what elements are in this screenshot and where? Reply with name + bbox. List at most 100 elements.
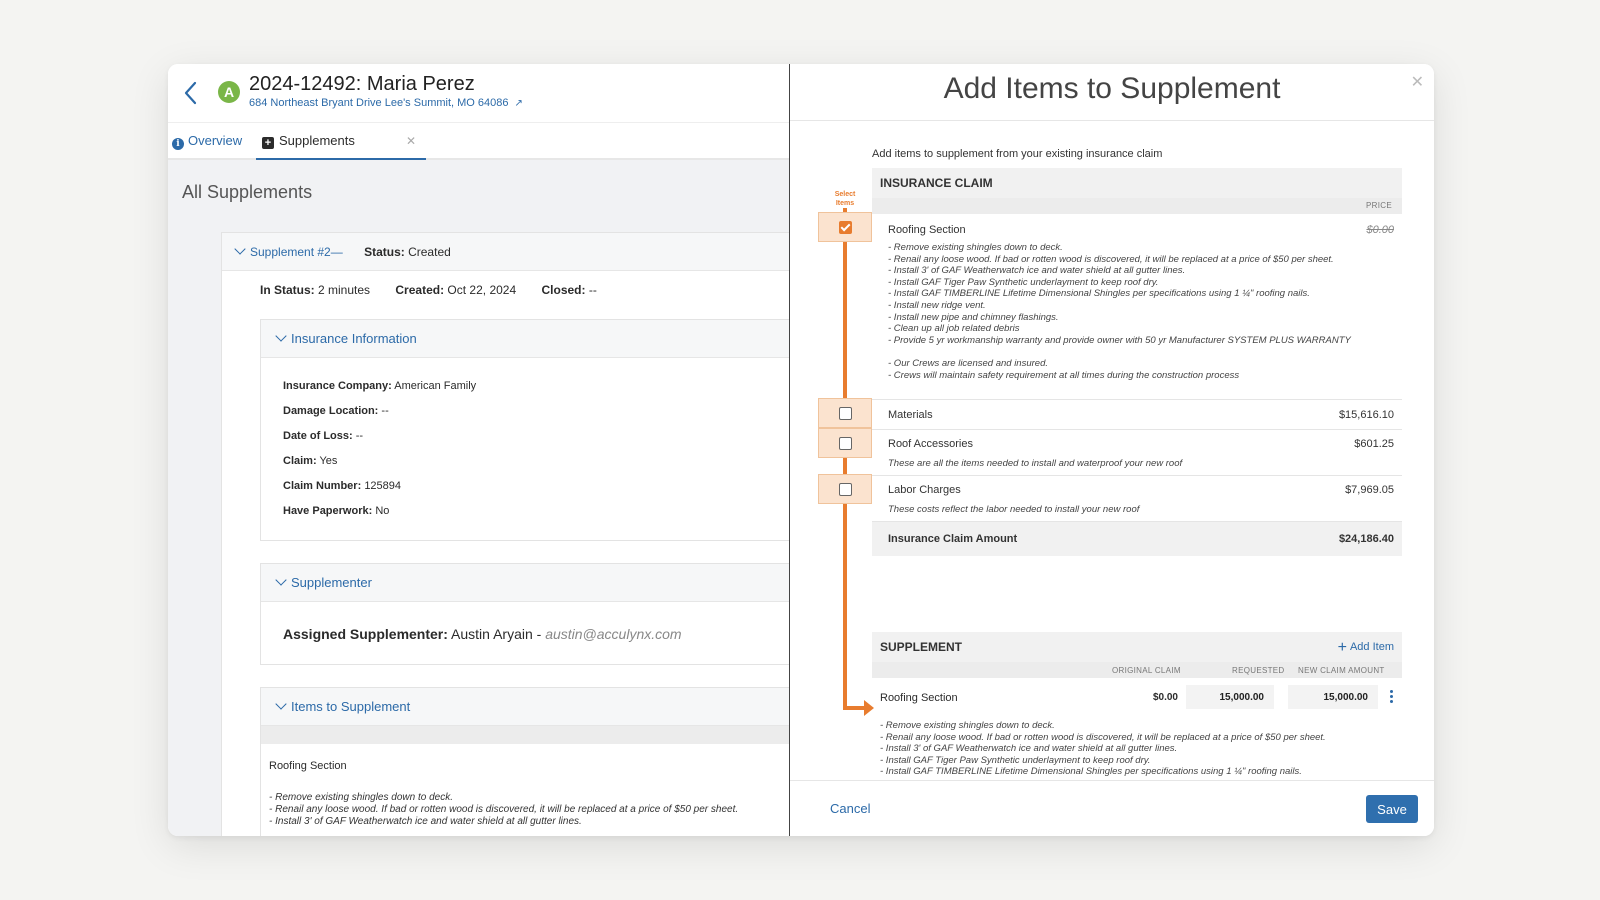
supplementer-header[interactable]: Supplementer (261, 564, 789, 602)
tab-supplements-label: Supplements (279, 133, 355, 148)
insurance-information-title: Insurance Information (291, 331, 417, 346)
add-item-button[interactable]: + Add Item (1338, 632, 1394, 663)
item-name: Roofing Section (269, 760, 347, 772)
col-new-claim-amount: NEW CLAIM AMOUNT (1298, 666, 1385, 675)
cancel-button[interactable]: Cancel (830, 801, 870, 816)
description-line: - Remove existing shingles down to deck. (880, 720, 1055, 731)
select-roof-accessories[interactable] (818, 428, 872, 458)
new-claim-amount-input[interactable] (1288, 685, 1378, 709)
select-roofing-section[interactable] (818, 212, 872, 242)
plus-icon: + (1337, 639, 1347, 656)
claim-item-materials: Materials $15,616.10 (872, 400, 1402, 430)
supplementer-email: austin@acculynx.com (545, 626, 682, 642)
select-labor-charges[interactable] (818, 474, 872, 504)
description-line: - Renail any loose wood. If bad or rotte… (880, 731, 1326, 743)
more-options-icon[interactable] (1390, 690, 1394, 705)
field-value: 125894 (364, 480, 402, 492)
status-value: Created (408, 245, 451, 259)
supplement-row: Roofing Section $0.00 (872, 678, 1402, 720)
add-items-modal: Add Items to Supplement ✕ Add items to s… (790, 64, 1434, 836)
supplement-card: Supplement #2— Status: Created In Status… (221, 232, 789, 836)
description-line: - Install 3' of GAF Weatherwatch ice and… (269, 816, 582, 827)
select-materials[interactable] (818, 398, 872, 428)
supplementer-section: Supplementer Assigned Supplementer: Aust… (260, 563, 789, 665)
in-status-value: 2 minutes (318, 283, 371, 297)
damage-location-field: Damage Location: -- (283, 405, 389, 417)
requested-amount-input[interactable] (1186, 685, 1274, 709)
supplement-meta: In Status: 2 minutes Created: Oct 22, 20… (260, 283, 597, 297)
supplement-table-header: SUPPLEMENT + Add Item (872, 632, 1402, 662)
job-tabs: i Overview + Supplements ✕ (168, 122, 789, 161)
items-to-supplement-section: Items to Supplement Roofing Section - Re… (260, 687, 789, 836)
date-of-loss-field: Date of Loss: -- (283, 430, 363, 442)
in-status-label: In Status: (260, 283, 315, 297)
description-line: - Remove existing shingles down to deck. (888, 242, 1063, 253)
items-to-supplement-header[interactable]: Items to Supplement (261, 688, 789, 726)
insurance-information-header[interactable]: Insurance Information (261, 320, 789, 358)
modal-footer: Cancel Save (790, 780, 1434, 836)
price-column-header: PRICE (872, 198, 1402, 214)
description-line: - Install new pipe and chimney flashings… (888, 311, 1059, 323)
closed-label: Closed: (541, 283, 586, 297)
close-icon[interactable]: ✕ (1411, 72, 1424, 92)
description-line: - Clean up all job related debris (888, 323, 1020, 335)
item-description: - Remove existing shingles down to deck.… (269, 792, 738, 828)
modal-header-divider (790, 120, 1434, 121)
select-items-hint: Select Items (834, 191, 856, 207)
job-address-link[interactable]: 684 Northeast Bryant Drive Lee's Summit,… (249, 97, 523, 109)
supplement-table-title: SUPPLEMENT (880, 640, 963, 654)
checkbox[interactable] (839, 437, 852, 450)
supplement-columns: ORIGINAL CLAIM REQUESTED NEW CLAIM AMOUN… (872, 662, 1402, 678)
job-title: 2024-12492: Maria Perez (249, 73, 475, 95)
status-label: Status: (364, 245, 405, 259)
assigned-label: Assigned Supplementer: (283, 626, 448, 642)
checkbox-checked[interactable] (839, 221, 852, 234)
field-value: Yes (319, 455, 338, 467)
supplement-item-name: Roofing Section (880, 692, 958, 704)
field-value: -- (355, 430, 364, 442)
supplement-table: SUPPLEMENT + Add Item ORIGINAL CLAIM REQU… (872, 632, 1402, 782)
page-title: All Supplements (182, 182, 313, 202)
created-label: Created: (395, 283, 445, 297)
claim-item-description: These are all the items needed to instal… (888, 458, 1183, 469)
chevron-down-icon (275, 330, 287, 342)
selection-connector-line (843, 208, 847, 710)
claim-number-field: Claim Number: 125894 (283, 480, 401, 492)
supplement-header[interactable]: Supplement #2— Status: Created (222, 233, 789, 271)
tab-supplements[interactable]: + Supplements ✕ (256, 123, 426, 161)
close-tab-icon[interactable]: ✕ (406, 123, 416, 159)
description-line: - Install GAF TIMBERLINE Lifetime Dimens… (888, 288, 1310, 300)
insurance-company-field: Insurance Company: American Family (283, 380, 476, 392)
field-label: Insurance Company: (283, 380, 392, 392)
claim-item-roofing-section: Roofing Section $0.00 - Remove existing … (872, 214, 1402, 400)
supplementer-name: Austin Aryain - (451, 626, 542, 642)
description-line: - Renail any loose wood. If bad or rotte… (888, 253, 1334, 265)
description-line: - Install 3' of GAF Weatherwatch ice and… (880, 743, 1178, 755)
save-button[interactable]: Save (1366, 795, 1418, 823)
job-avatar: A (218, 81, 240, 103)
tab-overview[interactable]: i Overview (172, 123, 242, 159)
claim-item-price: $0.00 (1366, 224, 1394, 236)
col-requested: REQUESTED (1232, 666, 1285, 675)
job-detail-pane: A 2024-12492: Maria Perez 684 Northeast … (168, 64, 789, 836)
field-value: American Family (394, 380, 477, 392)
checkbox[interactable] (839, 483, 852, 496)
job-address: 684 Northeast Bryant Drive Lee's Summit,… (249, 97, 509, 109)
supplement-label[interactable]: Supplement #2— (250, 245, 343, 259)
items-column-bar (261, 726, 789, 744)
back-arrow-icon[interactable] (182, 80, 200, 106)
description-line: - Install 3' of GAF Weatherwatch ice and… (888, 265, 1186, 277)
claim-item-labor-charges: Labor Charges $7,969.05 These costs refl… (872, 476, 1402, 522)
claim-item-name: Labor Charges (888, 484, 961, 496)
claim-item-roof-accessories: Roof Accessories $601.25 These are all t… (872, 430, 1402, 476)
chevron-down-icon (275, 574, 287, 586)
field-label: Date of Loss: (283, 430, 353, 442)
external-link-icon: ↗ (514, 98, 523, 109)
modal-intro: Add items to supplement from your existi… (872, 148, 1163, 160)
claim-item-name: Roof Accessories (888, 438, 973, 450)
checkbox[interactable] (839, 407, 852, 420)
have-paperwork-field: Have Paperwork: No (283, 505, 389, 517)
chevron-down-icon (275, 698, 287, 710)
description-line: - Remove existing shingles down to deck. (269, 792, 453, 803)
